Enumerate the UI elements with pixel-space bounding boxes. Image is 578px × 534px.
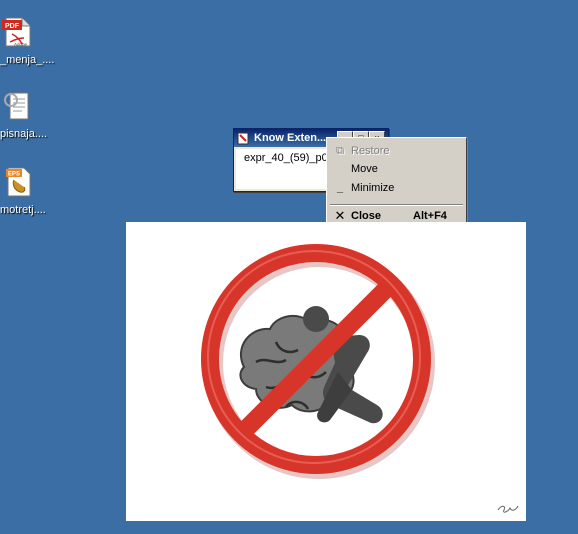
close-icon: ✕ bbox=[334, 208, 346, 223]
desktop-icon-label: pisnaja.... bbox=[0, 128, 48, 140]
file-name: expr_40_(59)_p0 bbox=[244, 152, 328, 164]
pdf-document-icon: PDF Adobe bbox=[2, 17, 31, 47]
svg-text:PDF: PDF bbox=[5, 23, 20, 30]
text-document-icon bbox=[4, 92, 29, 120]
svg-text:Adobe: Adobe bbox=[14, 42, 28, 47]
minimize-icon: _ bbox=[336, 182, 344, 194]
app-icon bbox=[237, 132, 249, 145]
menu-item-minimize[interactable]: _ Minimize bbox=[329, 179, 464, 197]
no-sign-illustration bbox=[201, 244, 519, 513]
desktop-icon-label: _menja_.... bbox=[0, 54, 55, 66]
menu-item-restore[interactable]: ⧉ Restore bbox=[329, 142, 464, 160]
restore-icon: ⧉ bbox=[336, 145, 344, 157]
image-panel bbox=[126, 222, 526, 521]
system-context-menu: ⧉ Restore Move _ Minimize ✕ Close Alt+F4 bbox=[326, 137, 467, 227]
menu-separator bbox=[330, 204, 463, 206]
signature-icon bbox=[497, 505, 519, 513]
svg-text:EPS: EPS bbox=[8, 172, 20, 178]
menu-item-move[interactable]: Move bbox=[329, 160, 464, 178]
window-title: Know Exten... bbox=[254, 132, 327, 144]
desktop-icon-label: motretj.... bbox=[0, 204, 46, 216]
eps-document-icon: EPS bbox=[6, 167, 31, 197]
